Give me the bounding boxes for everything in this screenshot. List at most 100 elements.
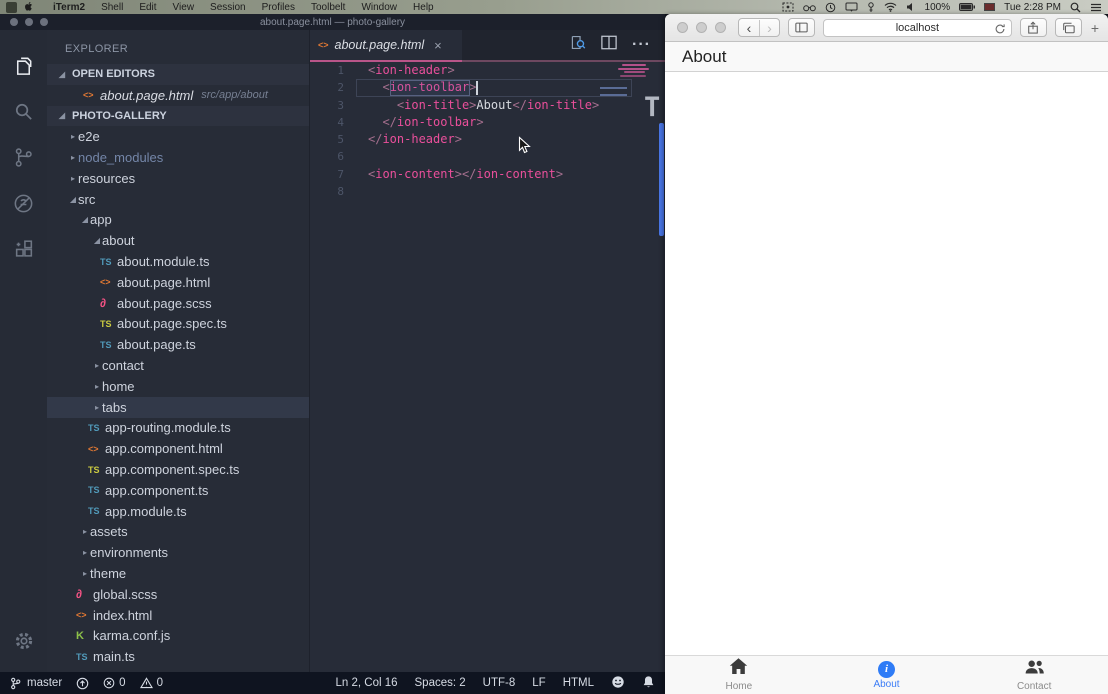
open-preview-icon[interactable]	[569, 34, 586, 56]
tree-file-about.page.ts[interactable]: TSabout.page.ts	[47, 334, 309, 355]
search-icon[interactable]	[0, 88, 47, 134]
tree-folder-src[interactable]: ◢src	[47, 189, 309, 210]
tab-contact[interactable]: Contact	[960, 656, 1108, 694]
tab-home[interactable]: Home	[665, 656, 813, 694]
code-line[interactable]: 1<ion-header>	[310, 62, 665, 79]
tree-file-global.scss[interactable]: ∂global.scss	[47, 584, 309, 605]
tree-file-app.component.spec.ts[interactable]: TSapp.component.spec.ts	[47, 459, 309, 480]
menu-item-view[interactable]: View	[165, 2, 203, 13]
tree-file-karma.conf.js[interactable]: Kkarma.conf.js	[47, 626, 309, 647]
indentation[interactable]: Spaces: 2	[415, 677, 466, 689]
display-icon[interactable]	[845, 2, 858, 12]
menu-item-toolbelt[interactable]: Toolbelt	[303, 2, 353, 13]
split-editor-icon[interactable]	[601, 35, 617, 55]
tree-folder-environments[interactable]: ▸environments	[47, 542, 309, 563]
volume-icon[interactable]	[906, 2, 916, 12]
screen-capture-icon[interactable]	[782, 2, 794, 12]
settings-gear-icon[interactable]	[0, 618, 47, 664]
more-actions-icon[interactable]: ···	[632, 36, 651, 54]
code-line[interactable]: 7<ion-content></ion-content>	[310, 166, 665, 183]
tree-folder-node_modules[interactable]: ▸node_modules	[47, 147, 309, 168]
source-control-icon[interactable]	[0, 134, 47, 180]
code-line[interactable]: 6	[310, 148, 665, 165]
tree-folder-contact[interactable]: ▸contact	[47, 355, 309, 376]
tree-file-index.html[interactable]: <>index.html	[47, 605, 309, 626]
new-tab-button[interactable]: +	[1090, 20, 1102, 36]
menu-item-session[interactable]: Session	[202, 2, 254, 13]
tree-folder-assets[interactable]: ▸assets	[47, 522, 309, 543]
tree-folder-e2e[interactable]: ▸e2e	[47, 126, 309, 147]
code-line[interactable]: 8	[310, 183, 665, 200]
tab-close-icon[interactable]: ×	[434, 38, 442, 53]
vscode-editor-pane: <> about.page.html × ···	[310, 30, 665, 672]
input-device-icon[interactable]	[867, 2, 875, 13]
tree-folder-theme[interactable]: ▸theme	[47, 563, 309, 584]
code-line[interactable]: 5</ion-header>	[310, 131, 665, 148]
vscode-title-bar[interactable]: about.page.html — photo-gallery	[0, 14, 665, 30]
code-editor[interactable]: 1<ion-header>2 <ion-toolbar>3 <ion-title…	[310, 62, 665, 672]
debug-icon[interactable]	[0, 180, 47, 226]
tree-file-app.component.ts[interactable]: TSapp.component.ts	[47, 480, 309, 501]
tree-file-about.page.scss[interactable]: ∂about.page.scss	[47, 293, 309, 314]
sidebar-button[interactable]	[788, 18, 815, 37]
menu-item-edit[interactable]: Edit	[131, 2, 164, 13]
battery-icon[interactable]	[959, 3, 975, 11]
tree-folder-app[interactable]: ◢app	[47, 210, 309, 231]
time-machine-icon[interactable]	[825, 2, 836, 13]
forward-button[interactable]: ›	[759, 20, 779, 36]
extensions-icon[interactable]	[0, 226, 47, 272]
menu-item-shell[interactable]: Shell	[93, 2, 131, 13]
vscode-explorer-sidebar: EXPLORER ◢ OPEN EDITORS <> about.page.ht…	[47, 30, 310, 672]
share-button[interactable]	[1020, 18, 1047, 37]
tab-about-page-html[interactable]: <> about.page.html ×	[310, 30, 462, 60]
back-button[interactable]: ‹	[739, 20, 759, 36]
tree-file-about.page.html[interactable]: <>about.page.html	[47, 272, 309, 293]
notifications-bell-icon[interactable]	[642, 675, 655, 692]
tree-file-app.component.html[interactable]: <>app.component.html	[47, 438, 309, 459]
menu-extra-app-icon[interactable]	[6, 2, 17, 13]
tree-file-about.page.spec.ts[interactable]: TSabout.page.spec.ts	[47, 314, 309, 335]
menu-item-window[interactable]: Window	[353, 2, 405, 13]
menu-item-profiles[interactable]: Profiles	[254, 2, 303, 13]
menu-item-help[interactable]: Help	[405, 2, 442, 13]
cursor-position[interactable]: Ln 2, Col 16	[336, 677, 398, 689]
input-source-flag-icon[interactable]	[984, 3, 995, 11]
code-line[interactable]: 3 <ion-title>About</ion-title>	[310, 97, 665, 114]
encoding[interactable]: UTF-8	[483, 677, 516, 689]
safari-traffic-lights[interactable]	[677, 22, 726, 33]
show-tabs-button[interactable]	[1055, 18, 1082, 37]
tab-label: Contact	[1017, 681, 1051, 692]
tree-file-main.ts[interactable]: TSmain.ts	[47, 646, 309, 667]
language-mode[interactable]: HTML	[563, 677, 594, 689]
publish-icon[interactable]	[76, 677, 89, 690]
url-text: localhost	[896, 22, 939, 34]
tab-about[interactable]: iAbout	[813, 656, 961, 694]
tree-file-app-routing.module.ts[interactable]: TSapp-routing.module.ts	[47, 418, 309, 439]
tree-folder-home[interactable]: ▸home	[47, 376, 309, 397]
open-editors-section-header[interactable]: ◢ OPEN EDITORS	[47, 64, 309, 85]
wifi-icon[interactable]	[884, 2, 897, 12]
explorer-files-icon[interactable]	[0, 42, 47, 88]
warnings-indicator[interactable]: 0	[140, 677, 163, 689]
feedback-smiley-icon[interactable]	[611, 675, 625, 692]
reload-icon[interactable]	[994, 23, 1006, 35]
project-section-header[interactable]: ◢ PHOTO-GALLERY	[47, 106, 309, 127]
tree-folder-resources[interactable]: ▸resources	[47, 168, 309, 189]
errors-indicator[interactable]: 0	[103, 677, 125, 689]
tree-file-about.module.ts[interactable]: TSabout.module.ts	[47, 251, 309, 272]
tree-folder-tabs[interactable]: ▸tabs	[47, 397, 309, 418]
menu-item-iterm2[interactable]: iTerm2	[45, 2, 93, 13]
vscode-traffic-lights[interactable]	[10, 18, 48, 26]
git-branch-name[interactable]: master	[27, 677, 62, 689]
menu-clock[interactable]: Tue 2:28 PM	[1004, 2, 1061, 13]
tree-folder-about[interactable]: ◢about	[47, 230, 309, 251]
open-editor-item[interactable]: <> about.page.html src/app/about	[47, 85, 309, 106]
tree-file-app.module.ts[interactable]: TSapp.module.ts	[47, 501, 309, 522]
address-bar[interactable]: localhost	[823, 19, 1012, 37]
spotlight-icon[interactable]	[1070, 2, 1081, 13]
code-line[interactable]: 4 </ion-toolbar>	[310, 114, 665, 131]
apple-menu-icon[interactable]	[25, 2, 35, 13]
notification-center-icon[interactable]	[1090, 3, 1102, 12]
eol[interactable]: LF	[532, 677, 545, 689]
eyeglasses-icon[interactable]	[803, 3, 816, 12]
